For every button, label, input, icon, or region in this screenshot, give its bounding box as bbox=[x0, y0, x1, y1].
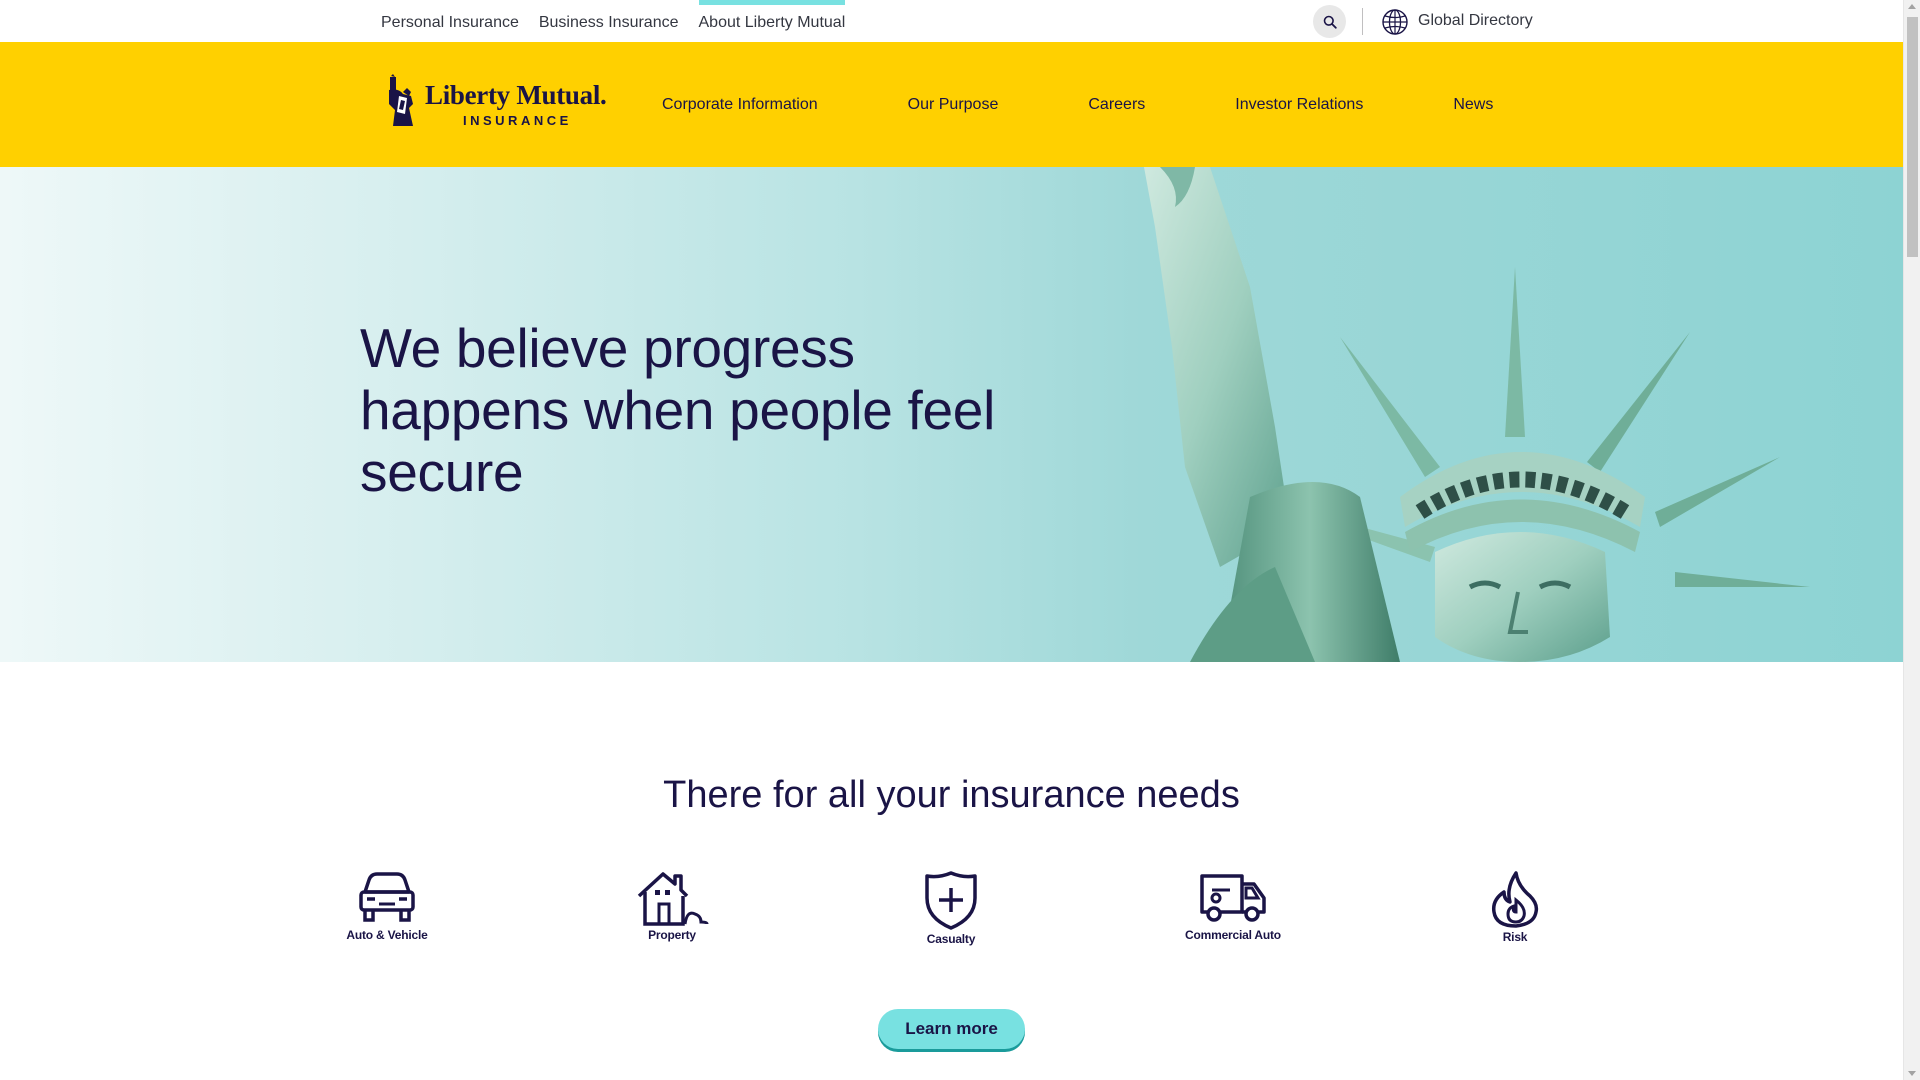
nav-item-our-purpose[interactable]: Our Purpose bbox=[908, 42, 999, 167]
product-label: Property bbox=[648, 928, 696, 942]
shield-plus-icon bbox=[925, 871, 977, 930]
flame-icon bbox=[1491, 871, 1539, 928]
globe-icon[interactable] bbox=[1381, 8, 1409, 36]
product-casualty[interactable]: Casualty bbox=[871, 870, 1031, 946]
product-label: Casualty bbox=[926, 932, 976, 946]
utility-divider bbox=[1362, 8, 1363, 35]
product-label: Commercial Auto bbox=[1185, 928, 1281, 942]
nav-item-corporate-information[interactable]: Corporate Information bbox=[662, 42, 818, 167]
statue-of-liberty-image bbox=[1144, 167, 1810, 662]
main-nav-items: Corporate Information Our Purpose Career… bbox=[662, 42, 1583, 167]
main-nav: Liberty Mutual. INSURANCE Corporate Info… bbox=[0, 42, 1903, 167]
logo-subtext: INSURANCE bbox=[463, 113, 572, 128]
scroll-up-arrow-icon[interactable] bbox=[1908, 4, 1916, 9]
utility-link-about-liberty-mutual[interactable]: About Liberty Mutual bbox=[698, 0, 845, 42]
product-commercial-auto[interactable]: Commercial Auto bbox=[1153, 870, 1313, 942]
product-auto-vehicle[interactable]: Auto & Vehicle bbox=[307, 870, 467, 942]
search-button[interactable] bbox=[1313, 5, 1346, 38]
product-label: Risk bbox=[1502, 930, 1528, 944]
search-icon bbox=[1323, 15, 1337, 29]
product-property[interactable]: Property bbox=[592, 870, 752, 942]
scroll-down-arrow-icon[interactable] bbox=[1908, 1071, 1916, 1076]
liberty-mutual-logo[interactable]: Liberty Mutual. INSURANCE bbox=[383, 74, 607, 136]
nav-item-careers[interactable]: Careers bbox=[1088, 42, 1145, 167]
nav-item-news[interactable]: News bbox=[1453, 42, 1493, 167]
global-directory-link[interactable]: Global Directory bbox=[1418, 0, 1533, 42]
statue-logo-icon bbox=[389, 74, 413, 126]
nav-item-investor-relations[interactable]: Investor Relations bbox=[1235, 42, 1363, 167]
utility-link-personal-insurance[interactable]: Personal Insurance bbox=[381, 0, 529, 42]
product-label: Auto & Vehicle bbox=[346, 928, 428, 942]
car-icon bbox=[359, 872, 415, 922]
utility-link-business-insurance[interactable]: Business Insurance bbox=[529, 0, 689, 42]
utility-links: Personal Insurance Business Insurance Ab… bbox=[381, 0, 845, 42]
utility-bar: Personal Insurance Business Insurance Ab… bbox=[0, 0, 1903, 42]
logo-wordmark: Liberty Mutual. bbox=[425, 80, 607, 110]
house-icon bbox=[637, 872, 709, 926]
truck-icon bbox=[1200, 874, 1266, 922]
hero-title: We believe progress happens when people … bbox=[360, 317, 995, 503]
page: Personal Insurance Business Insurance Ab… bbox=[0, 0, 1903, 1080]
scrollbar-thumb[interactable] bbox=[1907, 17, 1918, 257]
product-list: Auto & Vehicle Property Casualty Commerc… bbox=[0, 870, 1903, 960]
insurance-needs-title: There for all your insurance needs bbox=[663, 774, 1240, 816]
learn-more-button[interactable]: Learn more bbox=[878, 1009, 1025, 1049]
hero-banner: We believe progress happens when people … bbox=[0, 167, 1903, 662]
vertical-scrollbar[interactable] bbox=[1903, 0, 1920, 1080]
product-risk[interactable]: Risk bbox=[1435, 870, 1595, 944]
